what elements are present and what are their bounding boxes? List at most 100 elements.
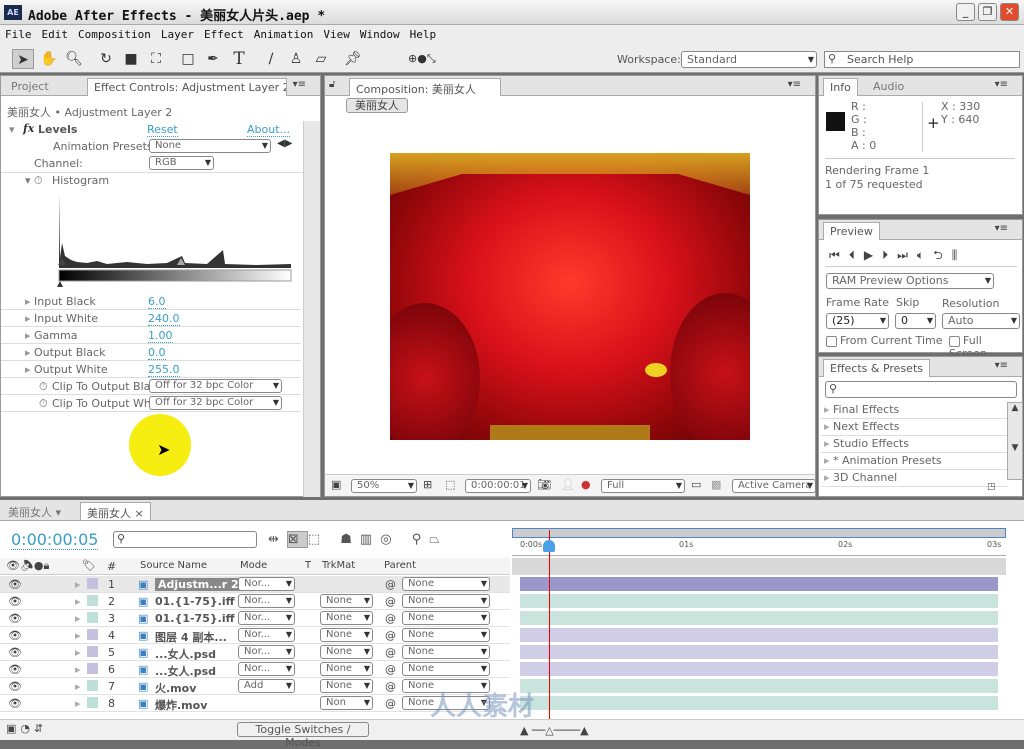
rotate-tool-icon[interactable]: ↻ <box>95 49 117 69</box>
blend-mode-dropdown[interactable]: Nor... <box>238 594 295 608</box>
layer-duration-bar[interactable] <box>520 577 998 591</box>
frame-rate-dropdown[interactable]: (25) <box>826 313 889 329</box>
menu-composition[interactable]: Composition <box>73 25 156 41</box>
pick-whip-icon[interactable]: @ <box>385 663 396 676</box>
effects-category[interactable]: ▸ Final Effects <box>821 402 1007 419</box>
footer-switch-icons[interactable]: ▣◔⇵ <box>6 722 47 735</box>
track-matte-dropdown[interactable]: Non <box>320 696 373 710</box>
hand-tool-icon[interactable]: ✋ <box>38 49 60 69</box>
layer-row[interactable]: 👁︎ ▸ 5 ▣ ...女人.psd Nor... None @ None <box>0 644 510 661</box>
fx-icon[interactable]: fx <box>23 122 34 135</box>
search-help-input[interactable]: Search Help <box>824 51 1020 68</box>
work-area-bar[interactable] <box>512 528 1006 538</box>
reset-link[interactable]: Reset <box>147 123 178 137</box>
pick-whip-icon[interactable]: @ <box>385 612 396 625</box>
menu-layer[interactable]: Layer <box>156 25 199 41</box>
blend-mode-dropdown[interactable]: Nor... <box>238 645 295 659</box>
timeline-switches[interactable]: ⇹⊠⬚ ☗▥◎ ⚲⏢ <box>268 531 448 548</box>
label-color[interactable] <box>87 697 98 708</box>
expand-triangle-icon[interactable]: ▸ <box>25 329 31 342</box>
panel-menu-icon[interactable]: ▾≡ <box>995 79 1008 90</box>
resolution-dropdown[interactable]: Full <box>601 479 685 493</box>
tab-comp-2[interactable]: 美丽女人 × <box>80 502 151 520</box>
expand-triangle-icon[interactable]: ▸ <box>75 680 81 693</box>
rectangle-tool-icon[interactable]: □ <box>177 49 199 69</box>
pick-whip-icon[interactable]: @ <box>385 629 396 642</box>
parent-dropdown[interactable]: None <box>402 611 490 625</box>
tab-preview[interactable]: Preview <box>823 222 880 240</box>
parent-dropdown[interactable]: None <box>402 594 490 608</box>
skip-dropdown[interactable]: 0 <box>895 313 936 329</box>
layer-name[interactable]: 火.mov <box>155 680 196 696</box>
layer-duration-bar[interactable] <box>520 594 998 608</box>
expand-triangle-icon[interactable]: ▸ <box>75 612 81 625</box>
always-preview-icon[interactable]: ▣ <box>331 478 341 491</box>
animation-presets-dropdown[interactable]: None <box>149 139 271 153</box>
label-color[interactable] <box>87 612 98 623</box>
eraser-tool-icon[interactable]: ▱ <box>310 49 332 69</box>
panel-menu-icon[interactable]: ▾≡ <box>995 360 1008 371</box>
pick-whip-icon[interactable]: @ <box>385 646 396 659</box>
parent-dropdown[interactable]: None <box>402 645 490 659</box>
track-matte-dropdown[interactable]: None <box>320 645 373 659</box>
expand-triangle-icon[interactable]: ▸ <box>75 595 81 608</box>
collapse-triangle-icon[interactable]: ▾ <box>9 123 15 136</box>
scrollbar[interactable] <box>303 121 320 497</box>
tab-info[interactable]: Info <box>823 78 858 96</box>
blend-mode-dropdown[interactable]: Nor... <box>238 577 295 591</box>
layer-row[interactable]: 👁︎ ▸ 3 ▣ 01.{1-75}.iff Nor... None @ Non… <box>0 610 510 627</box>
composition-viewer[interactable] <box>390 153 750 440</box>
zoom-tool-icon[interactable]: 🔍︎ <box>63 49 85 69</box>
zoom-slider[interactable]: ▲ ──△────▲ <box>520 724 620 737</box>
stopwatch-icon[interactable]: ⏱ <box>39 380 48 394</box>
label-color[interactable] <box>87 578 98 589</box>
clip-black-dropdown[interactable]: Off for 32 bpc Color <box>149 379 282 393</box>
tab-effect-controls[interactable]: Effect Controls: Adjustment Layer 2 <box>87 78 287 96</box>
blend-mode-dropdown[interactable]: Nor... <box>238 628 295 642</box>
workspace-dropdown[interactable]: Standard <box>681 51 817 68</box>
blend-mode-dropdown[interactable]: Nor... <box>238 611 295 625</box>
layer-row[interactable]: 👁︎ ▸ 6 ▣ ...女人.psd Nor... None @ None <box>0 661 510 678</box>
label-color[interactable] <box>87 663 98 674</box>
snapshot-icon[interactable]: 📷︎ <box>537 478 551 491</box>
layer-duration-bar[interactable] <box>520 662 998 676</box>
brush-tool-icon[interactable]: ∕ <box>260 49 282 69</box>
panel-menu-icon[interactable]: ▾≡ <box>788 79 801 90</box>
layer-name[interactable]: ...女人.psd <box>155 646 216 662</box>
current-time-display[interactable]: 0:00:00:05 <box>11 530 99 550</box>
label-color[interactable] <box>87 595 98 606</box>
blend-mode-dropdown[interactable]: Nor... <box>238 662 295 676</box>
grid-icon[interactable]: ⊞ <box>423 478 432 491</box>
expand-triangle-icon[interactable]: ▸ <box>75 697 81 710</box>
show-snapshot-icon[interactable]: 👤︎ <box>561 478 575 491</box>
layer-name[interactable]: 爆炸.mov <box>155 697 207 713</box>
camera-tool-icon[interactable]: ■ <box>120 49 142 69</box>
param-value[interactable]: 6.0 <box>148 295 166 309</box>
visibility-eye-icon[interactable]: 👁︎ <box>8 663 22 676</box>
effects-category[interactable]: ▸ 3D Channel <box>821 470 1007 487</box>
blend-mode-dropdown[interactable]: Add <box>238 679 295 693</box>
menu-view[interactable]: View <box>318 25 355 41</box>
pick-whip-icon[interactable]: @ <box>385 680 396 693</box>
expand-triangle-icon[interactable]: ▸ <box>75 663 81 676</box>
transparency-grid-icon[interactable]: ▩ <box>711 478 721 491</box>
layer-duration-bar[interactable] <box>520 679 998 693</box>
menu-edit[interactable]: Edit <box>37 25 74 41</box>
axis-mode-icon[interactable]: ⊕●⤡ <box>408 49 436 69</box>
layer-duration-bar[interactable] <box>520 611 998 625</box>
expand-triangle-icon[interactable]: ▸ <box>75 646 81 659</box>
expand-triangle-icon[interactable]: ▸ <box>75 629 81 642</box>
toggle-switches-modes-button[interactable]: Toggle Switches / Modes <box>237 722 369 749</box>
pick-whip-icon[interactable]: @ <box>385 697 396 710</box>
layer-duration-bar[interactable] <box>520 696 998 710</box>
parent-dropdown[interactable]: None <box>402 628 490 642</box>
label-color[interactable] <box>87 629 98 640</box>
param-value[interactable]: 240.0 <box>148 312 180 326</box>
new-bin-icon[interactable]: ◳ <box>987 482 996 492</box>
playback-controls[interactable]: ⏮⏴▶⏵⏭🔈︎⮌⫼ <box>829 246 966 267</box>
stopwatch-icon[interactable]: ⏱ <box>39 397 48 411</box>
from-current-time-checkbox[interactable]: From Current Time <box>826 334 942 347</box>
preset-nav-arrows-icon[interactable]: ◀▶ <box>277 138 292 149</box>
mask-visibility-icon[interactable]: ⬚ <box>445 478 455 491</box>
tab-comp-1[interactable]: 美丽女人 ▾ <box>2 502 67 520</box>
